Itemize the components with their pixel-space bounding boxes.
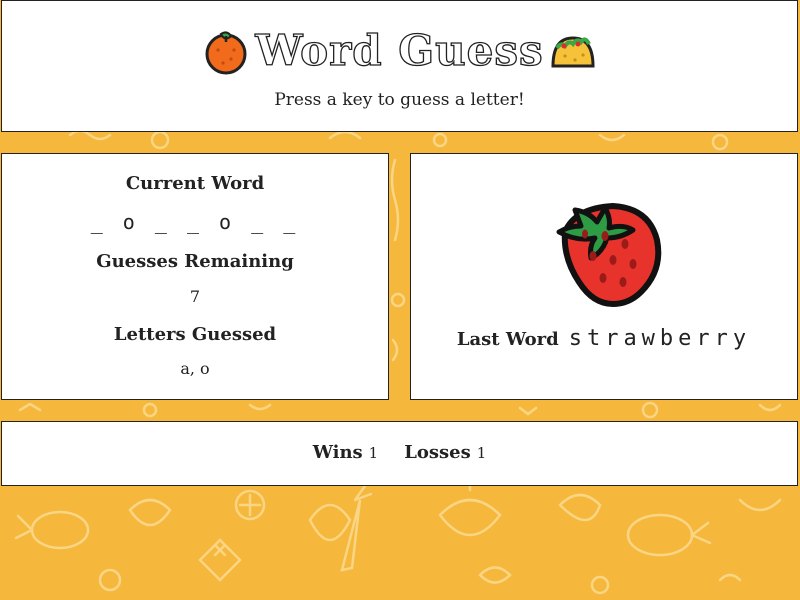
instructions-text: Press a key to guess a letter!	[274, 90, 525, 110]
app-title: Word Guess	[255, 26, 544, 75]
losses-value: 1	[476, 444, 487, 462]
current-word-label: Current Word	[125, 173, 265, 194]
last-word-row: Last Word strawberry	[411, 326, 797, 351]
letters-guessed-value: a, o	[180, 359, 210, 378]
guesses-remaining-value: 7	[189, 287, 201, 306]
last-word-card: Last Word strawberry	[410, 153, 798, 400]
title-row: Word Guess	[2, 23, 797, 79]
wins-label: Wins	[312, 442, 363, 463]
losses-label: Losses	[404, 442, 471, 463]
score-card: Wins 1 Losses 1	[1, 421, 798, 486]
guesses-remaining-label: Guesses Remaining	[96, 251, 294, 272]
header-card: Word Guess Press a key to guess a letter…	[1, 0, 798, 132]
score-row: Wins 1 Losses 1	[2, 442, 797, 463]
last-word-value: strawberry	[568, 326, 752, 351]
wins-value: 1	[368, 444, 379, 462]
current-word-value: _ o _ _ o _ _	[90, 210, 300, 234]
orange-icon	[201, 26, 251, 76]
game-status-card: Current Word _ o _ _ o _ _ Guesses Remai…	[1, 153, 389, 400]
strawberry-icon	[545, 194, 663, 312]
letters-guessed-label: Letters Guessed	[113, 324, 277, 345]
taco-icon	[548, 26, 598, 76]
last-word-label: Last Word	[456, 329, 559, 350]
